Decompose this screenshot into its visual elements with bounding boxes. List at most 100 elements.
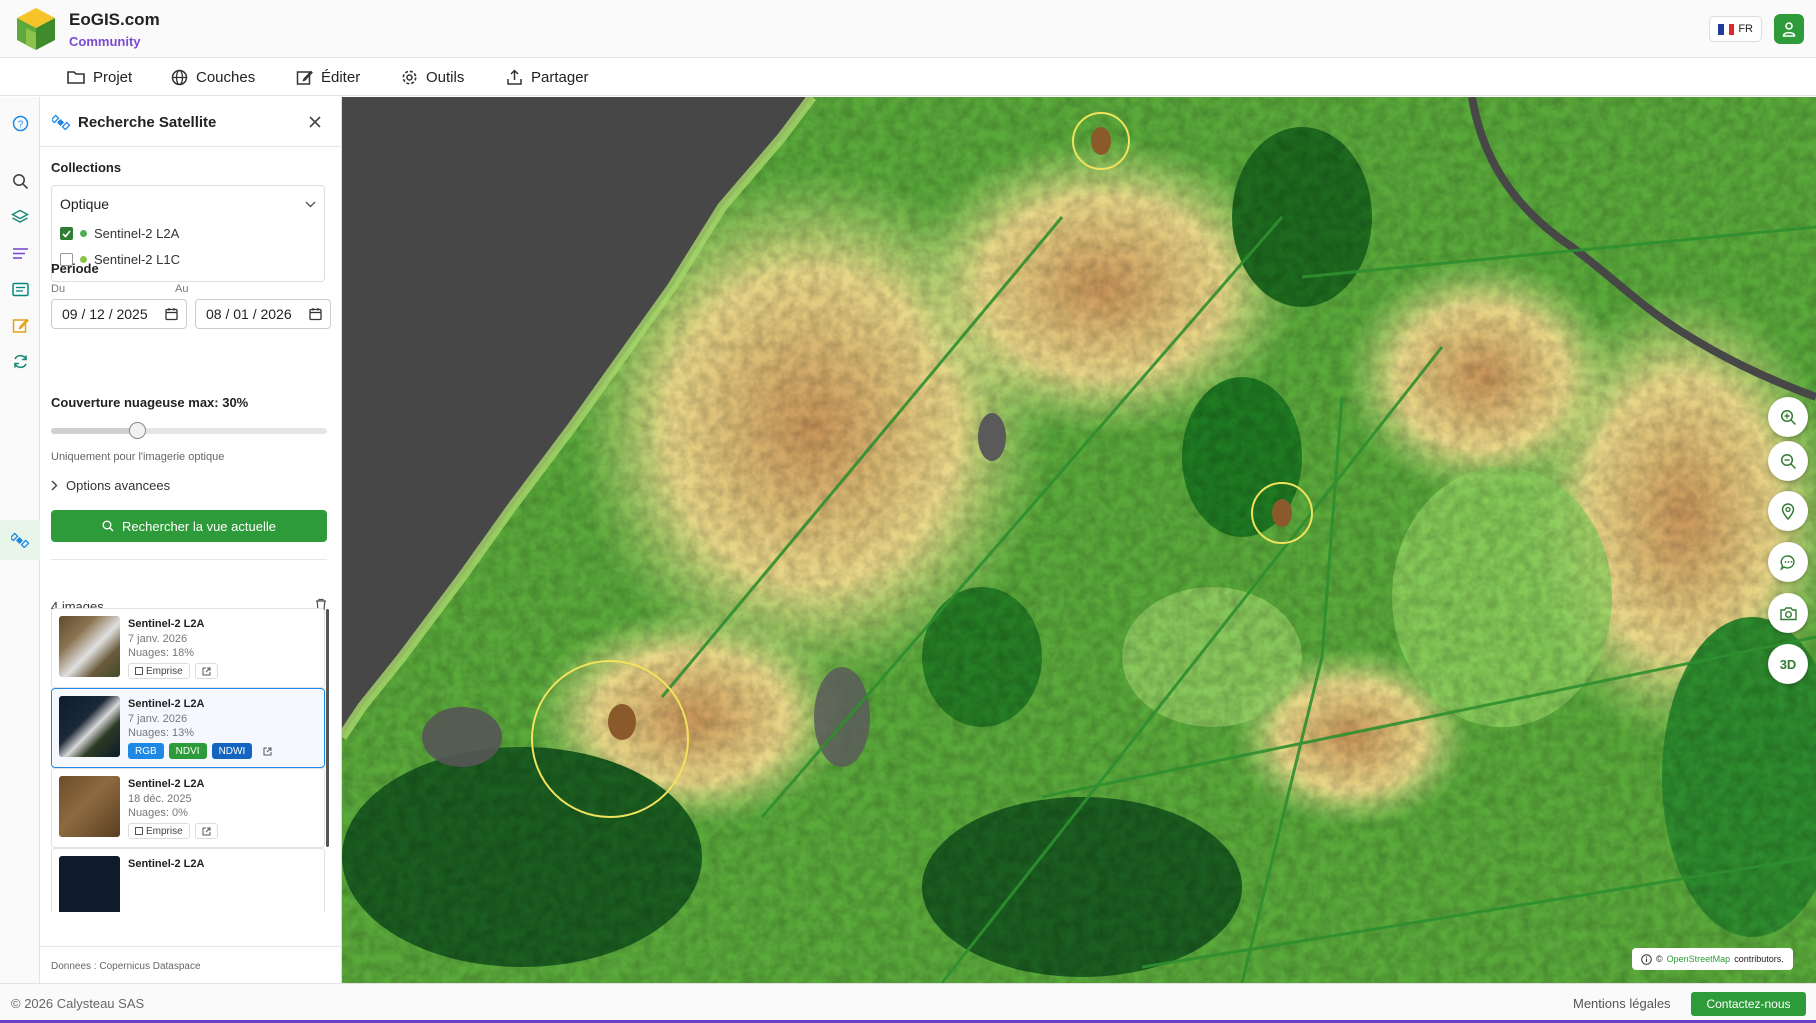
help-icon[interactable]: ? xyxy=(8,111,32,135)
eogis-logo xyxy=(17,8,55,50)
list-icon[interactable] xyxy=(8,241,32,265)
result-date: 7 janv. 2026 xyxy=(128,633,188,645)
advanced-options-label: Options avancees xyxy=(66,478,171,493)
advanced-options-toggle[interactable]: Options avancees xyxy=(51,478,170,493)
footprint-button[interactable]: Emprise xyxy=(128,663,190,679)
brand-subtitle: Community xyxy=(69,34,141,49)
external-link-icon xyxy=(202,667,211,675)
sync-icon[interactable] xyxy=(8,349,32,373)
external-link-icon xyxy=(202,827,211,835)
result-thumbnail xyxy=(59,616,120,677)
menu-projet[interactable]: Projet xyxy=(67,58,132,96)
user-account-button[interactable] xyxy=(1774,14,1804,44)
footprint-label: Emprise xyxy=(146,825,183,837)
result-clouds: Nuages: 18% xyxy=(128,647,195,659)
zoom-out-button[interactable] xyxy=(1768,441,1808,481)
openstreetmap-link[interactable]: OpenStreetMap xyxy=(1667,954,1731,964)
news-icon[interactable] xyxy=(8,277,32,301)
ndvi-button[interactable]: NDVI xyxy=(168,743,207,759)
language-switcher[interactable]: FR xyxy=(1709,16,1762,42)
edit-icon xyxy=(296,70,313,85)
menu-outils[interactable]: Outils xyxy=(401,58,464,96)
result-actions: RGB NDVI NDWI xyxy=(128,743,278,759)
result-title: Sentinel-2 L2A xyxy=(128,858,205,870)
globe-icon xyxy=(171,69,188,85)
search-current-view-button[interactable]: Rechercher la vue actuelle xyxy=(51,510,327,542)
user-icon xyxy=(1782,21,1796,37)
calendar-icon[interactable] xyxy=(165,307,178,321)
close-icon[interactable] xyxy=(309,116,321,128)
search-button-label: Rechercher la vue actuelle xyxy=(122,518,276,534)
collection-option-label: Sentinel-2 L2A xyxy=(94,226,180,241)
map-view[interactable] xyxy=(342,97,1816,983)
footprint-button[interactable]: Emprise xyxy=(128,823,190,839)
data-source: Donnees : Copernicus Dataspace xyxy=(51,961,201,972)
comment-button[interactable] xyxy=(1768,542,1808,582)
external-link-button[interactable] xyxy=(194,823,218,839)
rgb-button[interactable]: RGB xyxy=(128,743,164,759)
satellite-icon[interactable] xyxy=(8,528,32,552)
share-icon xyxy=(507,68,522,85)
to-date-input[interactable]: 08 / 01 / 2026 xyxy=(195,299,331,329)
gear-icon xyxy=(402,70,417,84)
locate-button[interactable] xyxy=(1768,491,1808,531)
to-label: Au xyxy=(175,283,189,295)
result-title: Sentinel-2 L2A xyxy=(128,778,205,790)
menu-label: Couches xyxy=(196,68,256,86)
external-link-button[interactable] xyxy=(194,663,218,679)
calendar-icon[interactable] xyxy=(309,307,322,321)
camera-icon xyxy=(1779,606,1797,620)
collection-option-l2a[interactable]: Sentinel-2 L2A xyxy=(60,226,179,241)
external-link-icon xyxy=(263,747,272,755)
result-actions: Emprise xyxy=(128,823,218,839)
zoom-out-icon xyxy=(1780,453,1796,469)
result-card[interactable]: Sentinel-2 L2A xyxy=(51,848,325,912)
legal-notice-link[interactable]: Mentions légales xyxy=(1573,996,1671,1011)
screenshot-button[interactable] xyxy=(1768,593,1808,633)
chevron-down-icon[interactable] xyxy=(305,201,316,208)
checkbox-checked[interactable] xyxy=(60,227,73,240)
menu-label: Partager xyxy=(531,68,589,86)
from-date-input[interactable]: 09 / 12 / 2025 xyxy=(51,299,187,329)
slider-fill xyxy=(51,428,138,434)
panel-title: Recherche Satellite xyxy=(78,114,217,131)
menu-partager[interactable]: Partager xyxy=(506,58,589,96)
zoom-in-button[interactable] xyxy=(1768,397,1808,437)
panel-footer: Donnees : Copernicus Dataspace xyxy=(40,946,342,983)
menu-couches[interactable]: Couches xyxy=(171,58,255,96)
main-menu-bar: Projet Couches Éditer Outils Partager xyxy=(0,58,1816,96)
ndwi-button[interactable]: NDWI xyxy=(211,743,253,759)
satellite-icon xyxy=(52,114,70,130)
result-clouds: Nuages: 13% xyxy=(128,727,195,739)
result-card[interactable]: Sentinel-2 L2A 18 déc. 2025 Nuages: 0% E… xyxy=(51,768,325,848)
external-link-button[interactable] xyxy=(257,743,278,759)
folder-icon xyxy=(67,71,85,84)
pencil-icon[interactable] xyxy=(8,313,32,337)
contact-button[interactable]: Contactez-nous xyxy=(1691,992,1806,1016)
brand-name: EoGIS.com xyxy=(69,10,160,29)
cloud-cover-label: Couverture nuageuse max: 30% xyxy=(51,395,249,410)
layers-icon[interactable] xyxy=(8,205,32,229)
cloud-cover-slider[interactable] xyxy=(51,422,327,439)
from-date-value: 09 / 12 / 2025 xyxy=(62,306,148,322)
collection-select[interactable]: Optique xyxy=(60,196,109,212)
slider-thumb[interactable] xyxy=(128,422,146,439)
info-icon[interactable] xyxy=(1641,953,1652,965)
results-list: Sentinel-2 L2A 7 janv. 2026 Nuages: 18% … xyxy=(51,608,329,912)
language-label: FR xyxy=(1738,23,1753,35)
attribution-suffix: contributors. xyxy=(1734,954,1784,964)
app-footer: © 2026 Calysteau SAS Mentions légales Co… xyxy=(0,983,1816,1023)
results-scrollbar[interactable] xyxy=(326,609,329,847)
divider xyxy=(51,559,327,560)
view-3d-button[interactable]: 3D xyxy=(1768,644,1808,684)
result-card[interactable]: Sentinel-2 L2A 7 janv. 2026 Nuages: 18% … xyxy=(51,608,325,688)
search-icon[interactable] xyxy=(8,169,32,193)
footprint-icon xyxy=(135,827,143,835)
map-attribution: © OpenStreetMap contributors. xyxy=(1632,948,1793,970)
footprint-icon xyxy=(135,667,143,675)
result-clouds: Nuages: 0% xyxy=(128,807,188,819)
result-card-selected[interactable]: Sentinel-2 L2A 7 janv. 2026 Nuages: 13% … xyxy=(51,688,325,768)
app-header: EoGIS.com Community FR xyxy=(0,0,1816,58)
menu-editer[interactable]: Éditer xyxy=(296,58,360,96)
search-icon xyxy=(102,520,114,532)
